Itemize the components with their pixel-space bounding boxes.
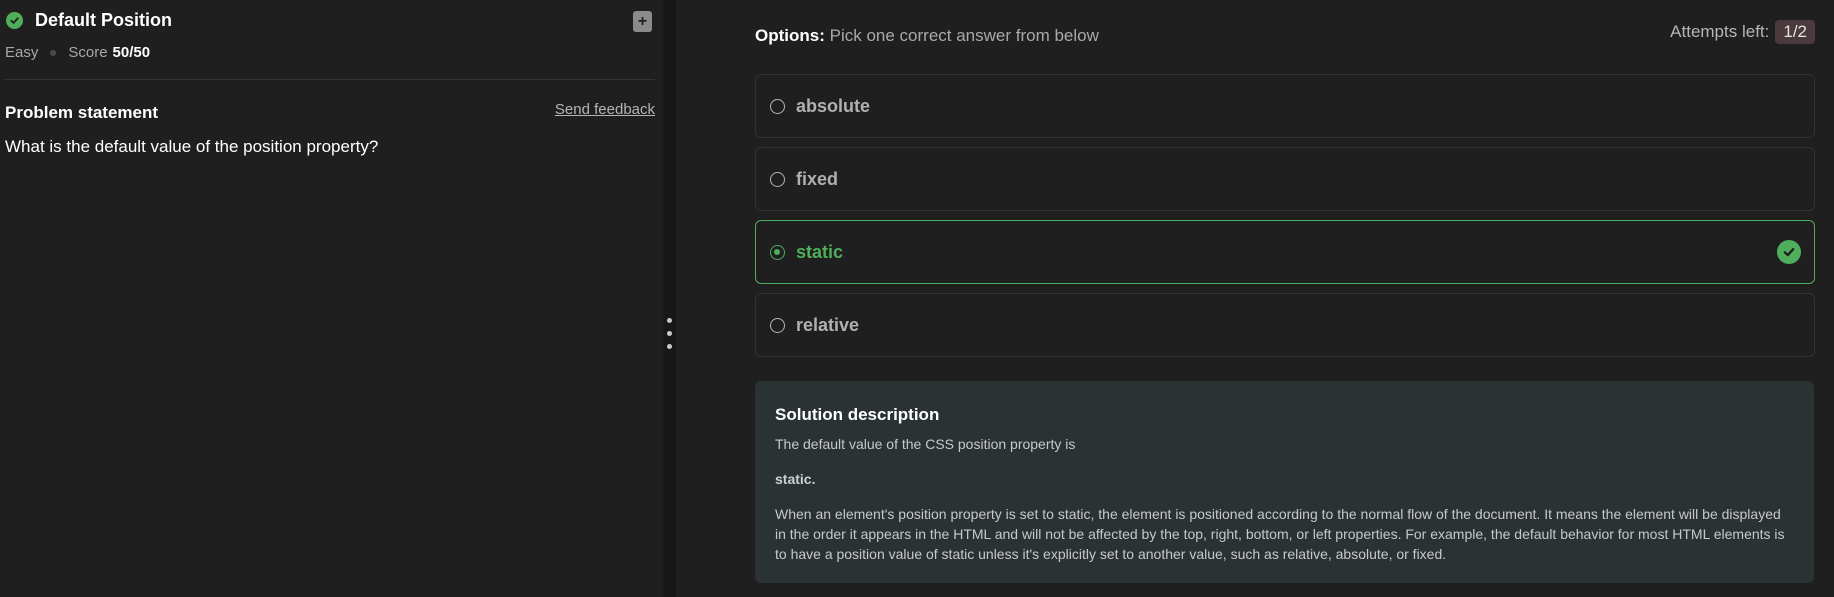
option-label: relative (796, 314, 860, 335)
option-fixed[interactable]: fixed (755, 147, 1815, 211)
options-label-rest: Pick one correct answer from below (829, 26, 1099, 45)
problem-statement-heading: Problem statement (5, 103, 159, 122)
options-label-bold: Options: (755, 26, 825, 45)
check-circle-icon (6, 12, 23, 29)
solution-body: When an element's position property is s… (775, 506, 1785, 562)
score-value: 50/50 (112, 44, 151, 61)
attempts-indicator: Attempts left: 1/2 (1670, 20, 1815, 44)
option-label: fixed (796, 168, 839, 189)
attempts-label: Attempts left: (1670, 22, 1770, 41)
answer-pane: Options: Pick one correct answer from be… (676, 0, 1834, 597)
solution-heading: Solution description (775, 405, 940, 424)
solution-panel: Solution description The default value o… (755, 381, 1814, 583)
radio-button[interactable] (770, 171, 785, 187)
radio-button-selected[interactable] (770, 244, 785, 260)
solution-answer: static. (775, 471, 816, 487)
option-relative[interactable]: relative (755, 293, 1815, 357)
score-label: Score (68, 44, 108, 61)
option-absolute[interactable]: absolute (755, 74, 1815, 138)
bookmark-plus-icon[interactable]: + (633, 11, 652, 32)
vertical-dots-icon (667, 318, 672, 357)
radio-button[interactable] (770, 98, 785, 114)
difficulty-label: Easy (5, 44, 39, 61)
problem-header: Default Position (6, 10, 172, 31)
problem-pane: Default Position + Easy Score 50/50 Prob… (0, 0, 663, 597)
problem-title: Default Position (35, 10, 173, 30)
solution-intro: The default value of the CSS position pr… (775, 436, 1076, 452)
radio-button[interactable] (770, 317, 785, 333)
separator-dot (50, 49, 57, 56)
question-text: What is the default value of the positio… (5, 137, 379, 156)
pane-resize-handle[interactable] (663, 0, 676, 597)
divider-line (5, 79, 655, 80)
check-circle-icon (1777, 240, 1801, 264)
send-feedback-link[interactable]: Send feedback (555, 101, 655, 118)
problem-meta: Easy Score 50/50 (5, 44, 150, 61)
option-label: absolute (796, 95, 871, 116)
options-instructions: Options: Pick one correct answer from be… (755, 26, 1099, 46)
option-label: static (796, 241, 844, 262)
option-static[interactable]: static (755, 220, 1815, 284)
attempts-badge: 1/2 (1775, 20, 1815, 44)
